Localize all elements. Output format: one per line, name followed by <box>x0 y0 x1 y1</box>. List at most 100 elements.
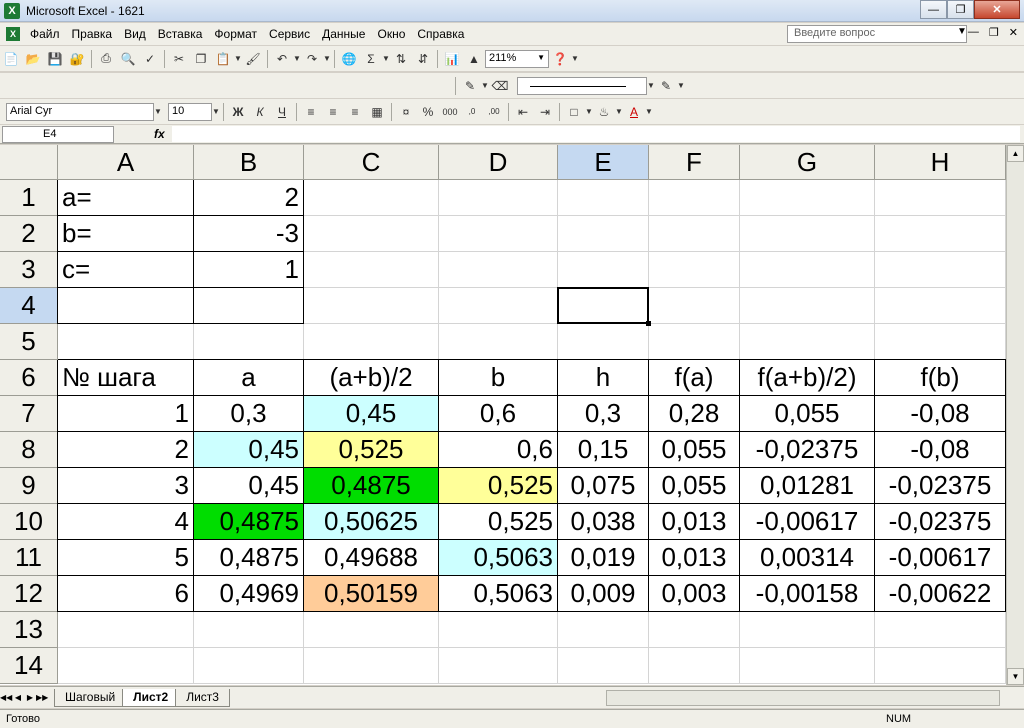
cell-b2[interactable]: -3 <box>194 216 304 252</box>
cell-b10[interactable]: 0,4875 <box>194 504 304 540</box>
sheet-tab-shagovy[interactable]: Шаговый <box>54 688 127 707</box>
cell-f13[interactable] <box>649 612 740 648</box>
column-header-a[interactable]: A <box>58 145 194 180</box>
cell-h13[interactable] <box>875 612 1006 648</box>
cell-d4[interactable] <box>439 288 558 324</box>
autosum-dropdown-icon[interactable]: ▼ <box>382 54 390 63</box>
increase-indent-icon[interactable]: ⇥ <box>535 102 555 122</box>
cell-c10[interactable]: 0,50625 <box>304 504 439 540</box>
font-color-dropdown-icon[interactable]: ▼ <box>645 107 653 116</box>
cell-h12[interactable]: -0,00622 <box>875 576 1006 612</box>
cell-f7[interactable]: 0,28 <box>649 396 740 432</box>
column-header-g[interactable]: G <box>740 145 875 180</box>
undo-icon[interactable]: ↶ <box>272 49 292 69</box>
column-header-e[interactable]: E <box>558 145 649 180</box>
cell-b8[interactable]: 0,45 <box>194 432 304 468</box>
cell-c11[interactable]: 0,49688 <box>304 540 439 576</box>
sort-ascending-icon[interactable]: ⇅ <box>391 49 411 69</box>
cell-g1[interactable] <box>740 180 875 216</box>
cell-h11[interactable]: -0,00617 <box>875 540 1006 576</box>
merge-center-icon[interactable]: ▦ <box>367 102 387 122</box>
cell-g6[interactable]: f(a+b)/2) <box>740 360 875 396</box>
cell-b4[interactable] <box>194 288 304 324</box>
cell-a1[interactable]: a= <box>58 180 194 216</box>
bold-icon[interactable]: Ж <box>228 102 248 122</box>
cell-a7[interactable]: 1 <box>58 396 194 432</box>
cell-d12[interactable]: 0,5063 <box>439 576 558 612</box>
row-header-2[interactable]: 2 <box>0 216 58 252</box>
cell-a5[interactable] <box>58 324 194 360</box>
cell-e13[interactable] <box>558 612 649 648</box>
cell-a13[interactable] <box>58 612 194 648</box>
new-icon[interactable]: 📄 <box>1 49 21 69</box>
close-button[interactable]: ✕ <box>974 0 1020 19</box>
cell-e2[interactable] <box>558 216 649 252</box>
cell-a9[interactable]: 3 <box>58 468 194 504</box>
first-sheet-icon[interactable]: ◀◀ <box>0 693 12 702</box>
cell-h7[interactable]: -0,08 <box>875 396 1006 432</box>
help-icon[interactable]: ❓ <box>550 49 570 69</box>
row-header-11[interactable]: 11 <box>0 540 58 576</box>
menu-data[interactable]: Данные <box>316 27 371 41</box>
cell-h8[interactable]: -0,08 <box>875 432 1006 468</box>
cell-e12[interactable]: 0,009 <box>558 576 649 612</box>
hyperlink-icon[interactable]: 🌐 <box>339 49 359 69</box>
help-dropdown-icon[interactable]: ▼ <box>957 26 967 37</box>
cell-g11[interactable]: 0,00314 <box>740 540 875 576</box>
cell-d2[interactable] <box>439 216 558 252</box>
cell-a6[interactable]: № шага <box>58 360 194 396</box>
underline-icon[interactable]: Ч <box>272 102 292 122</box>
cell-d10[interactable]: 0,525 <box>439 504 558 540</box>
cell-h10[interactable]: -0,02375 <box>875 504 1006 540</box>
cell-d5[interactable] <box>439 324 558 360</box>
column-header-c[interactable]: C <box>304 145 439 180</box>
cell-a11[interactable]: 5 <box>58 540 194 576</box>
cell-b7[interactable]: 0,3 <box>194 396 304 432</box>
thousands-icon[interactable]: 000 <box>440 102 460 122</box>
cell-g13[interactable] <box>740 612 875 648</box>
row-header-1[interactable]: 1 <box>0 180 58 216</box>
cell-f4[interactable] <box>649 288 740 324</box>
cell-h9[interactable]: -0,02375 <box>875 468 1006 504</box>
cell-h2[interactable] <box>875 216 1006 252</box>
fill-handle[interactable] <box>646 321 651 326</box>
row-header-13[interactable]: 13 <box>0 612 58 648</box>
row-header-10[interactable]: 10 <box>0 504 58 540</box>
cell-g8[interactable]: -0,02375 <box>740 432 875 468</box>
prev-sheet-icon[interactable]: ◀ <box>12 693 24 702</box>
cell-b9[interactable]: 0,45 <box>194 468 304 504</box>
menu-window[interactable]: Окно <box>371 27 411 41</box>
cell-a12[interactable]: 6 <box>58 576 194 612</box>
cell-c8[interactable]: 0,525 <box>304 432 439 468</box>
cell-b13[interactable] <box>194 612 304 648</box>
next-sheet-icon[interactable]: ▶ <box>24 693 36 702</box>
row-header-9[interactable]: 9 <box>0 468 58 504</box>
cell-d6[interactable]: b <box>439 360 558 396</box>
menu-file[interactable]: Файл <box>24 27 66 41</box>
cell-f9[interactable]: 0,055 <box>649 468 740 504</box>
cell-c5[interactable] <box>304 324 439 360</box>
paste-dropdown-icon[interactable]: ▼ <box>234 54 242 63</box>
scroll-up-icon[interactable]: ▲ <box>1007 145 1024 162</box>
cell-g10[interactable]: -0,00617 <box>740 504 875 540</box>
cell-g3[interactable] <box>740 252 875 288</box>
row-header-7[interactable]: 7 <box>0 396 58 432</box>
borders-dropdown-icon[interactable]: ▼ <box>585 107 593 116</box>
vertical-scrollbar[interactable]: ▲ ▼ <box>1006 145 1024 685</box>
cell-h6[interactable]: f(b) <box>875 360 1006 396</box>
spelling-icon[interactable]: ✓ <box>140 49 160 69</box>
drawing-icon[interactable]: ▲ <box>464 49 484 69</box>
cell-e9[interactable]: 0,075 <box>558 468 649 504</box>
cell-h3[interactable] <box>875 252 1006 288</box>
open-icon[interactable]: 📂 <box>23 49 43 69</box>
save-icon[interactable]: 💾 <box>45 49 65 69</box>
cell-b5[interactable] <box>194 324 304 360</box>
spreadsheet-grid[interactable]: A B C D E F G H 1 a= 2 2 b= -3 3 c= 1 4 5 6 № шага a (a+b)/2 b h… <box>0 145 1006 685</box>
line-color-icon[interactable]: ✎ <box>656 76 676 96</box>
permission-icon[interactable]: 🔐 <box>67 49 87 69</box>
cell-f11[interactable]: 0,013 <box>649 540 740 576</box>
fill-color-dropdown-icon[interactable]: ▼ <box>615 107 623 116</box>
print-preview-icon[interactable]: 🔍 <box>118 49 138 69</box>
row-header-4[interactable]: 4 <box>0 288 58 324</box>
cell-h5[interactable] <box>875 324 1006 360</box>
